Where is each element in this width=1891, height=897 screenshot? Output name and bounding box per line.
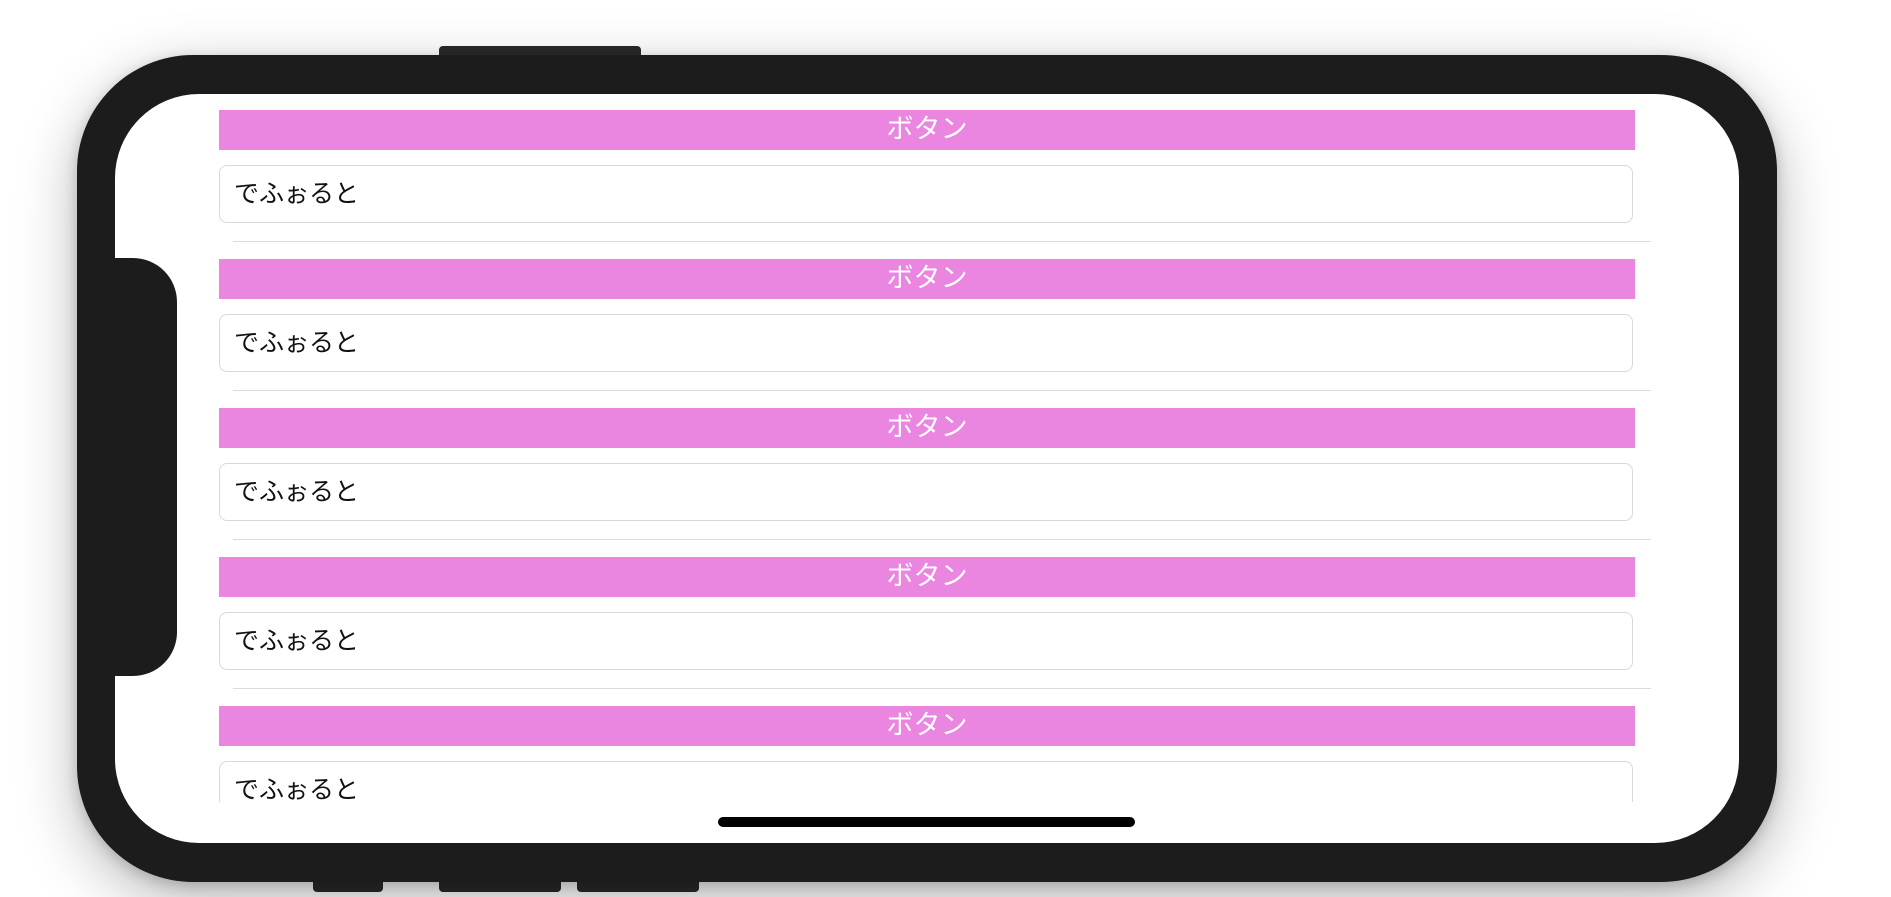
row-separator	[233, 241, 1651, 242]
scroll-list[interactable]: ボタン でふぉると ボタン でふぉると ボタン でふぉると ボタン でふぉると	[115, 94, 1739, 802]
device-screen: ボタン でふぉると ボタン でふぉると ボタン でふぉると ボタン でふぉると	[115, 94, 1739, 843]
camera-notch	[115, 258, 177, 676]
pink-button[interactable]: ボタン	[219, 706, 1635, 746]
pink-button[interactable]: ボタン	[219, 259, 1635, 299]
text-field[interactable]: でふぉると	[219, 463, 1633, 521]
pink-button[interactable]: ボタン	[219, 110, 1635, 150]
simulator-stage: ボタン でふぉると ボタン でふぉると ボタン でふぉると ボタン でふぉると	[0, 0, 1891, 897]
text-field[interactable]: でふぉると	[219, 761, 1633, 802]
list-item: ボタン でふぉると	[115, 690, 1739, 802]
text-field[interactable]: でふぉると	[219, 165, 1633, 223]
list-item: ボタン でふぉると	[115, 243, 1739, 392]
home-indicator[interactable]	[718, 817, 1135, 827]
pink-button[interactable]: ボタン	[219, 408, 1635, 448]
list-item: ボタン でふぉると	[115, 541, 1739, 690]
device-frame: ボタン でふぉると ボタン でふぉると ボタン でふぉると ボタン でふぉると	[77, 55, 1777, 882]
pink-button[interactable]: ボタン	[219, 557, 1635, 597]
text-field[interactable]: でふぉると	[219, 612, 1633, 670]
row-separator	[233, 390, 1651, 391]
list-item: ボタン でふぉると	[115, 94, 1739, 243]
row-separator	[233, 688, 1651, 689]
row-separator	[233, 539, 1651, 540]
list-item: ボタン でふぉると	[115, 392, 1739, 541]
text-field[interactable]: でふぉると	[219, 314, 1633, 372]
